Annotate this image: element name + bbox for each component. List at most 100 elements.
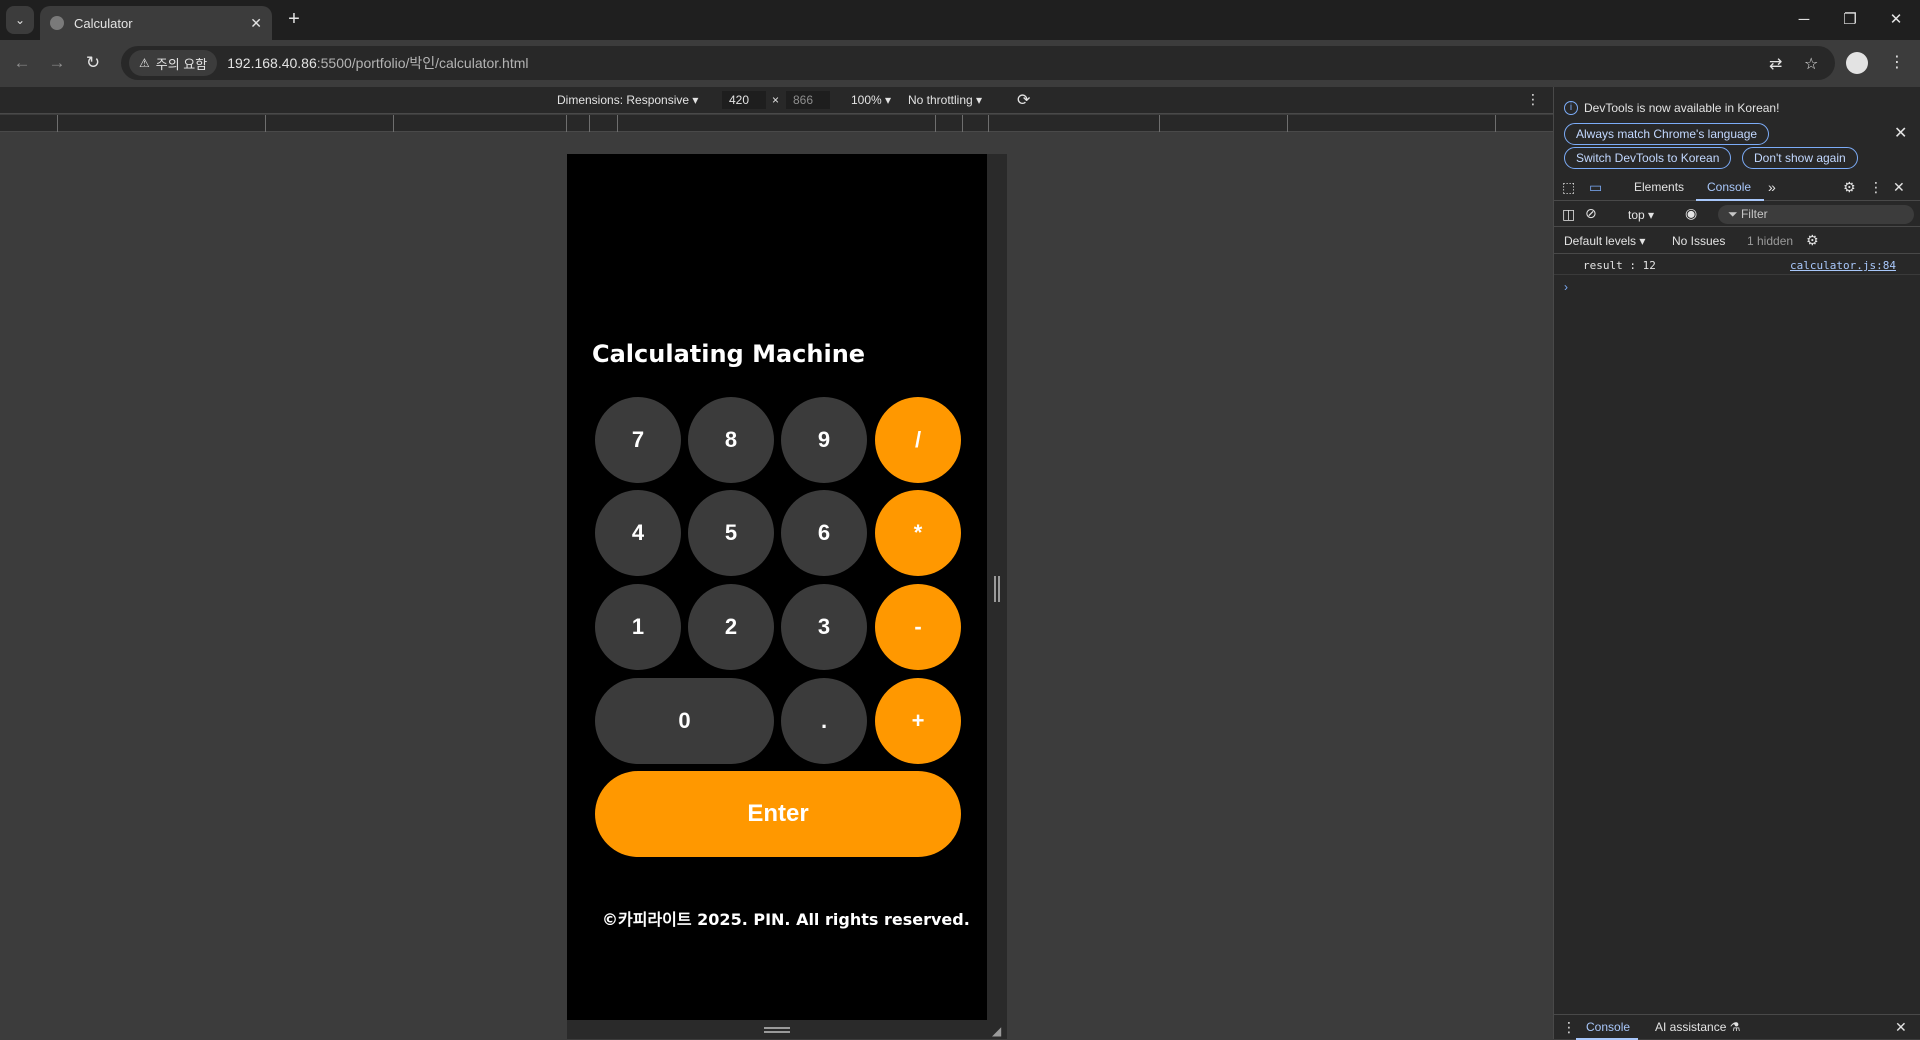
console-filter-input[interactable]: ⏷ Filter — [1718, 205, 1914, 224]
browser-toolbar: ← → ↻ ⚠ 주의 요함 192.168.40.86:5500/portfol… — [0, 40, 1920, 87]
infobar-message: DevTools is now available in Korean! — [1584, 101, 1780, 115]
hidden-count: 1 hidden — [1747, 234, 1794, 248]
flask-icon: ⚗ — [1729, 1020, 1741, 1034]
ruler-tick — [57, 115, 58, 132]
bookmark-star-icon[interactable]: ☆ — [1804, 54, 1818, 74]
live-expression-eye-icon[interactable]: ◉ — [1685, 205, 1697, 222]
ruler-tick — [1495, 115, 1496, 132]
log-source-link[interactable]: calculator.js:84 — [1790, 259, 1896, 272]
inspect-element-icon[interactable]: ⬚ — [1562, 179, 1575, 196]
key-6[interactable]: 6 — [781, 490, 867, 576]
device-width-input[interactable]: 420 — [722, 91, 766, 109]
key-9[interactable]: 9 — [781, 397, 867, 483]
tab-search-button[interactable]: ⌄ — [6, 6, 34, 34]
console-levels-bar: Default levels ▾ No Issues 1 hidden ⚙ — [1554, 228, 1920, 254]
add-button[interactable]: + — [875, 678, 961, 764]
close-infobar-icon[interactable]: ✕ — [1894, 123, 1907, 143]
device-toolbar: Dimensions: Responsive ▾ 420 × 866 100% … — [0, 87, 1553, 114]
console-settings-icon[interactable]: ⚙ — [1806, 232, 1819, 249]
log-levels-dropdown[interactable]: Default levels ▾ — [1564, 234, 1645, 248]
drawer-tab-ai-assistance[interactable]: AI assistance ⚗ — [1655, 1020, 1740, 1034]
console-toolbar: ◫ ⊘ top ▾ ◉ ⏷ Filter — [1554, 202, 1920, 227]
restore-button[interactable]: ❐ — [1830, 8, 1870, 32]
context-selector[interactable]: top ▾ — [1628, 208, 1654, 222]
reload-button[interactable]: ↻ — [80, 50, 106, 76]
close-tab-icon[interactable]: ✕ — [250, 15, 262, 32]
info-icon: i — [1564, 101, 1578, 115]
new-tab-button[interactable]: + — [282, 8, 306, 32]
match-language-button[interactable]: Always match Chrome's language — [1564, 123, 1770, 145]
address-bar[interactable]: ⚠ 주의 요함 192.168.40.86:5500/portfolio/박인/… — [121, 46, 1835, 80]
key-2[interactable]: 2 — [688, 584, 774, 670]
device-toolbar-menu-icon[interactable]: ⋮ — [1526, 91, 1540, 108]
decimal-button[interactable]: . — [781, 678, 867, 764]
zoom-dropdown[interactable]: 100% ▾ — [851, 93, 891, 107]
translate-icon[interactable]: ⇄ — [1769, 54, 1782, 74]
dimensions-dropdown[interactable]: Dimensions: Responsive ▾ — [557, 93, 698, 107]
emulated-viewport: Calculating Machine 7 8 9 / 4 5 6 * 1 2 … — [0, 133, 1553, 1039]
devtools-panel: i DevTools is now available in Korean! A… — [1553, 87, 1920, 1040]
clear-console-icon[interactable]: ⊘ — [1585, 205, 1597, 222]
device-toggle-icon[interactable]: ▭ — [1589, 179, 1602, 196]
drawer-tab-console[interactable]: Console — [1586, 1020, 1630, 1034]
divide-button[interactable]: / — [875, 397, 961, 483]
calculator-page: Calculating Machine 7 8 9 / 4 5 6 * 1 2 … — [567, 154, 987, 1020]
url-text[interactable]: 192.168.40.86:5500/portfolio/박인/calculat… — [227, 53, 528, 73]
filter-icon: ⏷ — [1728, 207, 1738, 221]
key-3[interactable]: 3 — [781, 584, 867, 670]
enter-button[interactable]: Enter — [595, 771, 961, 857]
log-text: result : 12 — [1583, 259, 1656, 272]
tab-elements[interactable]: Elements — [1634, 180, 1684, 194]
subtract-button[interactable]: - — [875, 584, 961, 670]
devtools-drawer: ⋮ Console AI assistance ⚗ ✕ — [1554, 1014, 1920, 1040]
key-1[interactable]: 1 — [595, 584, 681, 670]
chrome-menu-icon[interactable]: ⋮ — [1884, 50, 1910, 76]
devtools-menu-icon[interactable]: ⋮ — [1869, 179, 1883, 196]
times-sign: × — [772, 93, 780, 107]
device-height-input[interactable]: 866 — [786, 91, 830, 109]
corner-resize-icon[interactable]: ◢ — [992, 1024, 1001, 1038]
back-button[interactable]: ← — [9, 50, 35, 76]
ruler-tick — [988, 115, 989, 132]
browser-tab[interactable]: Calculator ✕ — [40, 6, 272, 40]
console-prompt-icon[interactable]: › — [1564, 280, 1568, 294]
ruler-tick — [566, 115, 567, 132]
dont-show-again-button[interactable]: Don't show again — [1742, 147, 1858, 169]
key-8[interactable]: 8 — [688, 397, 774, 483]
language-infobar: i DevTools is now available in Korean! A… — [1554, 87, 1920, 174]
height-resize-handle[interactable] — [764, 1027, 790, 1033]
media-query-ruler — [0, 115, 1553, 132]
key-0[interactable]: 0 — [595, 678, 774, 764]
console-message: result : 12 calculator.js:84 — [1554, 255, 1920, 275]
minimize-button[interactable]: ─ — [1784, 8, 1824, 32]
profile-avatar[interactable] — [1846, 52, 1868, 74]
globe-icon — [50, 16, 64, 30]
ruler-tick — [962, 115, 963, 132]
rotate-icon[interactable]: ⟳ — [1017, 90, 1030, 110]
close-devtools-icon[interactable]: ✕ — [1893, 179, 1905, 196]
switch-korean-button[interactable]: Switch DevTools to Korean — [1564, 147, 1732, 169]
forward-button[interactable]: → — [44, 50, 70, 76]
devtools-tab-bar: ⬚ ▭ Elements Console » ⚙ ⋮ ✕ — [1554, 174, 1920, 201]
more-tabs-icon[interactable]: » — [1768, 179, 1776, 195]
sidebar-toggle-icon[interactable]: ◫ — [1562, 206, 1575, 223]
width-resize-handle[interactable] — [994, 576, 1000, 602]
tab-console[interactable]: Console — [1707, 180, 1751, 194]
drawer-menu-icon[interactable]: ⋮ — [1562, 1019, 1576, 1036]
close-window-button[interactable]: ✕ — [1876, 8, 1916, 32]
key-4[interactable]: 4 — [595, 490, 681, 576]
close-drawer-icon[interactable]: ✕ — [1895, 1019, 1907, 1036]
ruler-tick — [265, 115, 266, 132]
throttling-dropdown[interactable]: No throttling ▾ — [908, 93, 982, 107]
key-5[interactable]: 5 — [688, 490, 774, 576]
issues-counter[interactable]: No Issues — [1672, 234, 1725, 248]
key-7[interactable]: 7 — [595, 397, 681, 483]
ruler-tick — [1287, 115, 1288, 132]
tab-strip: ⌄ Calculator ✕ + ─ ❐ ✕ — [0, 0, 1920, 40]
ruler-tick — [589, 115, 590, 132]
security-chip[interactable]: ⚠ 주의 요함 — [129, 50, 218, 76]
ruler-tick — [617, 115, 618, 132]
security-chip-label: 주의 요함 — [155, 56, 208, 72]
settings-gear-icon[interactable]: ⚙ — [1843, 179, 1856, 196]
multiply-button[interactable]: * — [875, 490, 961, 576]
